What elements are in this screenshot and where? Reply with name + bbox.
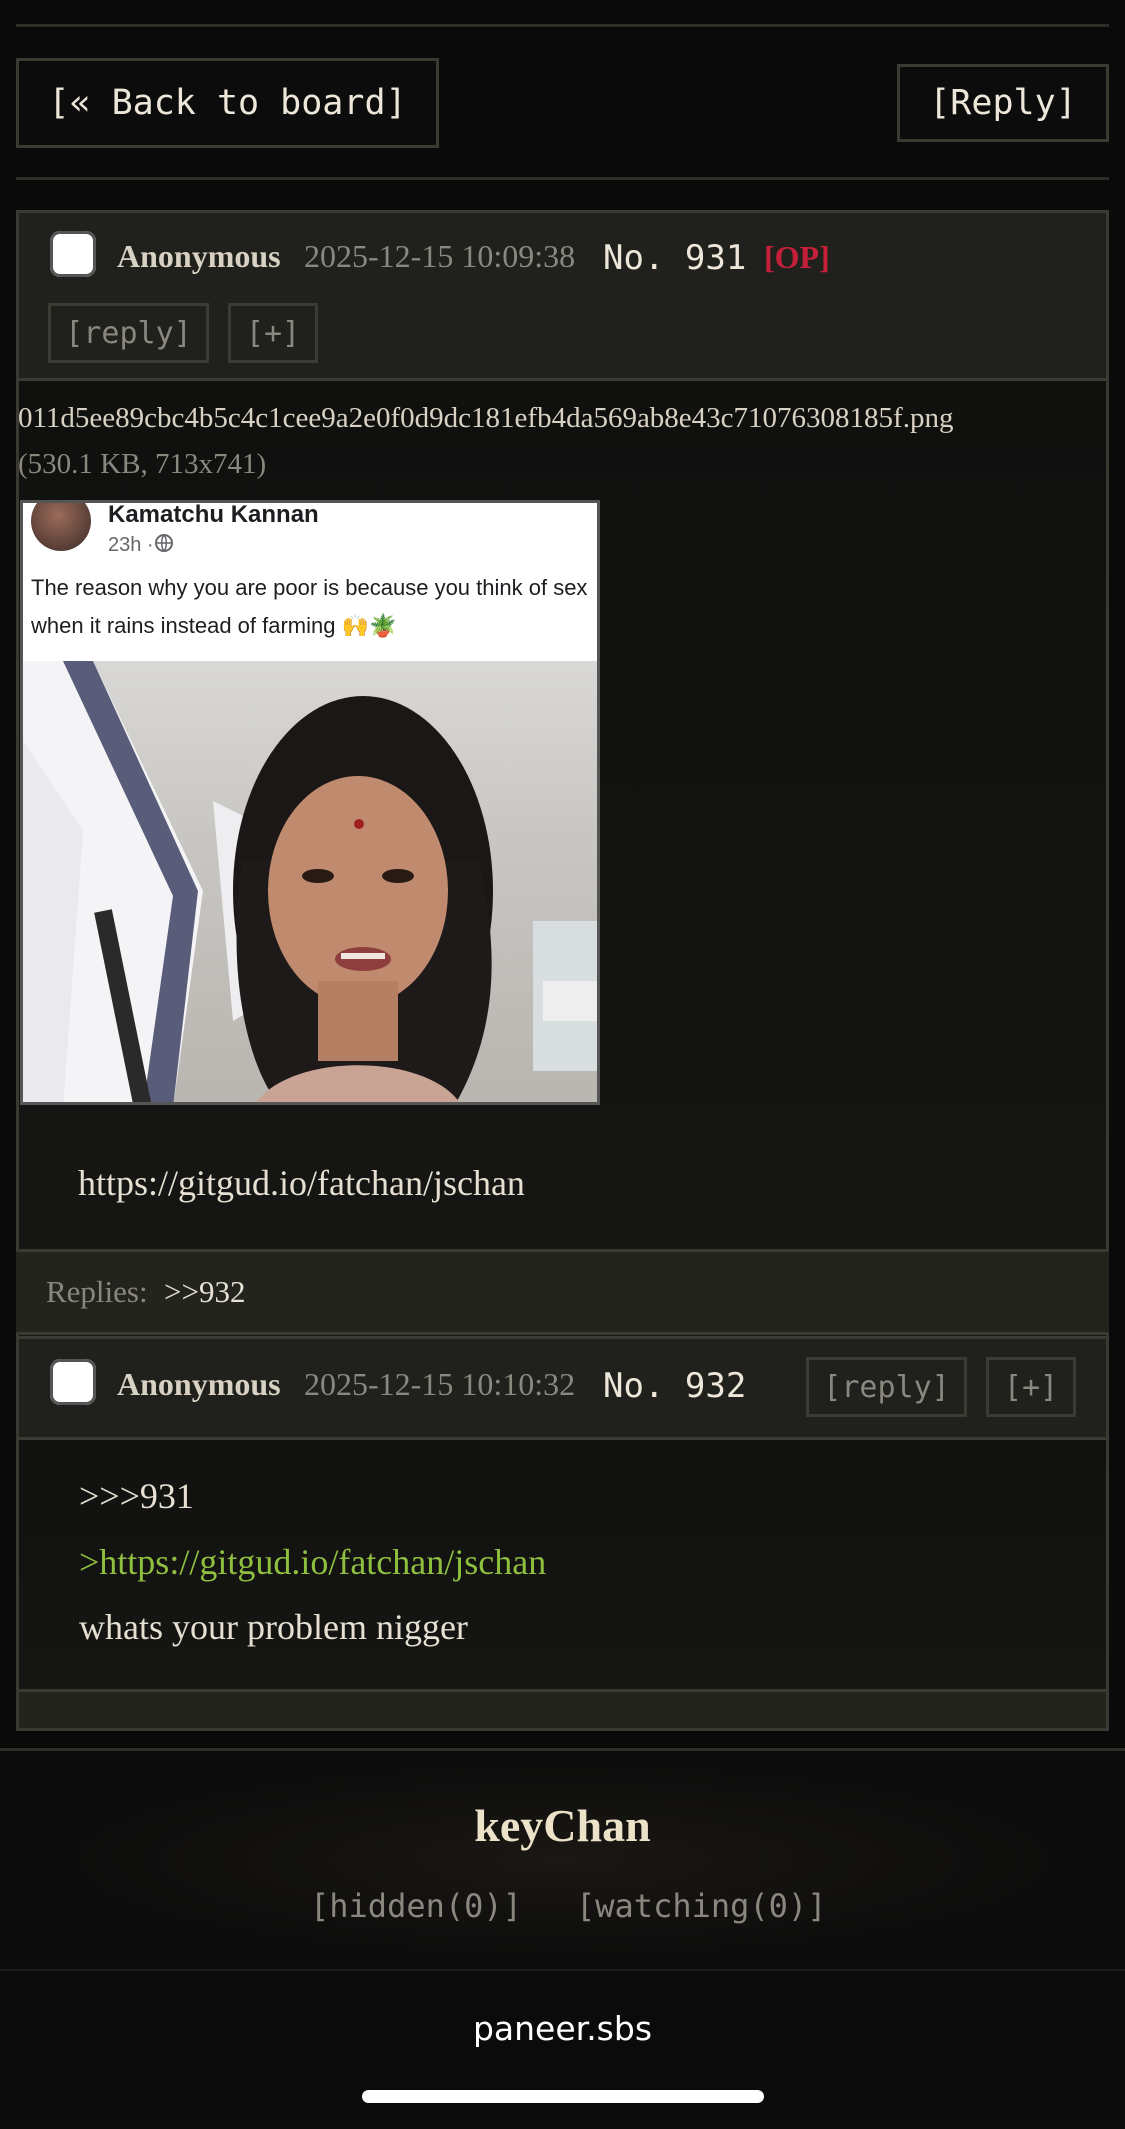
op-expand-button[interactable]: [+] (228, 303, 318, 363)
reply-button[interactable]: [Reply] (897, 64, 1109, 142)
reply-greentext[interactable]: >https://gitgud.io/fatchan/jschan (79, 1541, 546, 1583)
nav-divider (16, 177, 1109, 180)
reply-author: Anonymous (117, 1366, 281, 1402)
op-tag: [OP] (764, 239, 830, 275)
op-body-link[interactable]: https://gitgud.io/fatchan/jschan (78, 1162, 525, 1204)
fb-author-name: Kamatchu Kannan (108, 501, 319, 528)
reply-select-checkbox[interactable] (50, 1359, 96, 1405)
watching-threads-link[interactable]: [watching(0)] (576, 1887, 826, 1925)
fb-post-text: The reason why you are poor is because y… (31, 575, 588, 638)
site-title[interactable]: keyChan (0, 1799, 1125, 1852)
fb-avatar (31, 503, 91, 551)
op-timestamp: 2025-12-15 10:09:38 (304, 238, 576, 274)
reply-post-footer-bar (19, 1689, 1106, 1728)
reply-timestamp: 2025-12-15 10:10:32 (304, 1366, 576, 1402)
op-attached-image[interactable]: Kamatchu Kannan 23h · The reason why you… (20, 500, 600, 1105)
op-post-number[interactable]: No. 931 (603, 238, 746, 278)
op-replies-bar: Replies: >>932 (16, 1249, 1109, 1335)
home-indicator[interactable] (362, 2090, 764, 2103)
replies-label: Replies: (46, 1274, 148, 1309)
browser-bottom-bar: paneer.sbs (0, 1969, 1125, 2129)
selfie-photo (23, 661, 597, 1102)
back-to-board-button[interactable]: [« Back to board] (16, 58, 439, 148)
url-domain[interactable]: paneer.sbs (0, 2009, 1125, 2048)
op-reply-button[interactable]: [reply] (48, 303, 209, 363)
fb-post-header: Kamatchu Kannan 23h · The reason why you… (23, 503, 597, 661)
fb-meta: 23h · (108, 533, 174, 558)
reply-expand-button[interactable]: [+] (986, 1357, 1076, 1417)
top-divider (16, 24, 1109, 27)
reply-body-text: whats your problem nigger (79, 1607, 468, 1647)
reply-post-number[interactable]: No. 932 (603, 1366, 746, 1406)
site-footer: keyChan [hidden(0)] [watching(0)] (0, 1751, 1125, 1969)
selfie-illustration (23, 661, 597, 1102)
reply-post: Anonymous 2025-12-15 10:10:32 No. 932 [r… (16, 1336, 1109, 1731)
replies-link[interactable]: >>932 (164, 1274, 245, 1310)
op-file-meta: (530.1 KB, 713x741) (18, 448, 267, 480)
reply-quote-link[interactable]: >>>931 (79, 1475, 194, 1517)
op-file-name[interactable]: 011d5ee89cbc4b5c4c1cee9a2e0f0d9dc181efb4… (18, 402, 953, 435)
reply-post-header: Anonymous 2025-12-15 10:10:32 No. 932 [r… (19, 1339, 1106, 1440)
hidden-posts-link[interactable]: [hidden(0)] (310, 1887, 522, 1925)
globe-icon (154, 533, 174, 558)
reply-reply-button[interactable]: [reply] (806, 1357, 967, 1417)
op-author: Anonymous (117, 238, 281, 274)
op-post-header: Anonymous 2025-12-15 10:09:38 No. 931 [O… (19, 213, 1106, 381)
fb-time: 23h · (108, 534, 154, 556)
op-select-checkbox[interactable] (50, 231, 96, 277)
